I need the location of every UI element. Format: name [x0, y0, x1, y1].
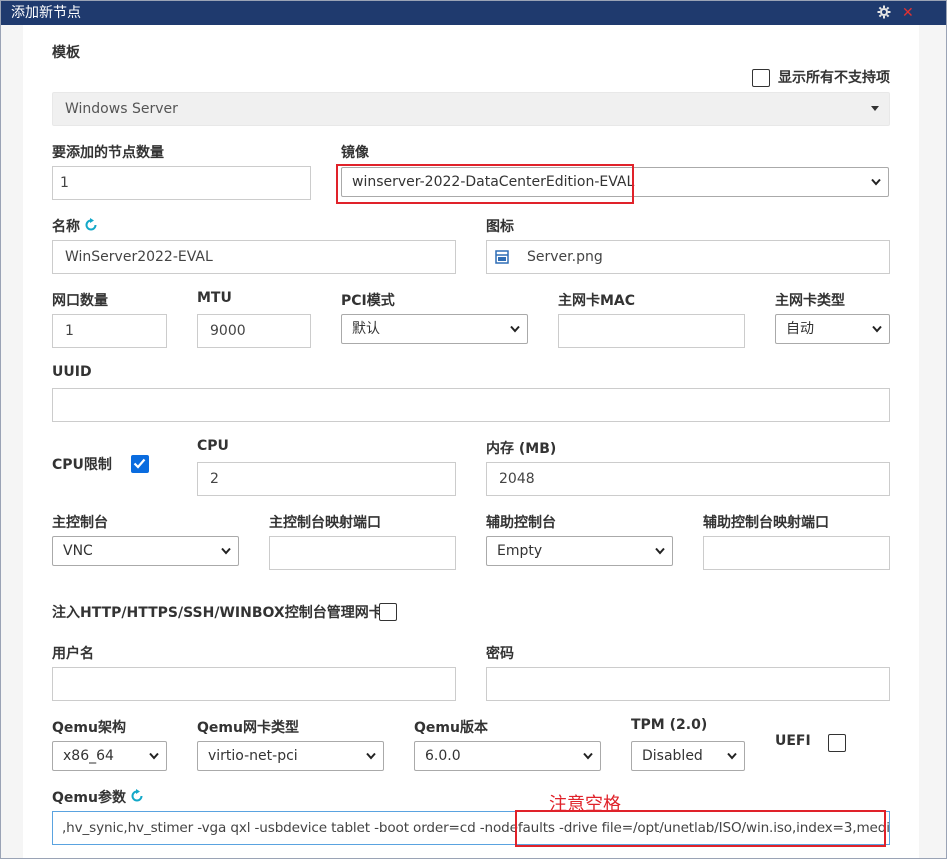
- chevron-down-icon: [366, 752, 376, 760]
- qemu-arch-value: x86_64: [63, 748, 114, 764]
- main-nic-type-label: 主网卡类型: [775, 293, 845, 309]
- refresh-icon[interactable]: [84, 218, 98, 232]
- main-nic-mac-input[interactable]: [558, 314, 745, 348]
- qemu-arch-select[interactable]: x86_64: [52, 741, 167, 771]
- dialog-body: 模板 显示所有不支持项 Windows Server 要添加的节点数量 镜像 1…: [23, 25, 919, 858]
- qemu-nic-select[interactable]: virtio-net-pci: [197, 741, 384, 771]
- check-icon: [133, 458, 146, 469]
- image-label: 镜像: [341, 145, 369, 161]
- template-value: Windows Server: [65, 101, 178, 117]
- tpm-label: TPM (2.0): [631, 717, 708, 733]
- mtu-input[interactable]: 9000: [197, 314, 311, 348]
- uefi-checkbox[interactable]: [828, 734, 846, 752]
- pci-mode-label: PCI模式: [341, 293, 395, 309]
- uuid-label: UUID: [52, 364, 92, 380]
- aux-console-label: 辅助控制台: [486, 515, 556, 531]
- pci-mode-value: 默认: [352, 321, 380, 337]
- chevron-down-icon: [510, 325, 520, 333]
- node-count-input[interactable]: 1: [52, 166, 311, 200]
- uuid-input[interactable]: [52, 388, 890, 422]
- template-select[interactable]: Windows Server: [52, 92, 890, 126]
- chevron-down-icon: [727, 752, 737, 760]
- cpu-limit-checkbox[interactable]: [131, 455, 149, 473]
- console-label: 主控制台: [52, 515, 108, 531]
- chevron-down-icon: [872, 325, 882, 333]
- chevron-down-icon: [149, 752, 159, 760]
- template-label: 模板: [52, 45, 80, 61]
- add-node-dialog: 添加新节点 ✕ 模板 显示所有不支持项 Windows Server 要添加的节…: [0, 0, 947, 859]
- aux-console-port-label: 辅助控制台映射端口: [703, 515, 829, 531]
- name-input[interactable]: WinServer2022-EVAL: [52, 240, 456, 274]
- qemu-options-label: Qemu参数: [52, 787, 144, 807]
- main-nic-type-select[interactable]: 自动: [775, 314, 890, 344]
- tpm-value: Disabled: [642, 748, 703, 764]
- server-image-icon: [495, 250, 509, 264]
- chevron-down-icon: [583, 752, 593, 760]
- qemu-options-input[interactable]: ,hv_synic,hv_stimer -vga qxl -usbdevice …: [52, 811, 890, 845]
- caret-down-icon: [871, 106, 879, 111]
- image-select[interactable]: winserver-2022-DataCenterEdition-EVAL: [341, 167, 889, 197]
- aux-console-port-input[interactable]: [703, 536, 890, 570]
- chevron-down-icon: [655, 547, 665, 555]
- console-port-label: 主控制台映射端口: [269, 515, 381, 531]
- close-icon[interactable]: ✕: [902, 1, 914, 25]
- refresh-icon[interactable]: [130, 789, 144, 803]
- name-label: 名称: [52, 216, 98, 236]
- qemu-version-select[interactable]: 6.0.0: [414, 741, 601, 771]
- qemu-version-value: 6.0.0: [425, 748, 461, 764]
- inject-mgmt-checkbox[interactable]: [379, 603, 397, 621]
- aux-console-select[interactable]: Empty: [486, 536, 673, 566]
- console-value: VNC: [63, 543, 93, 559]
- show-unsupported-label: 显示所有不支持项: [778, 70, 890, 86]
- qemu-nic-label: Qemu网卡类型: [197, 720, 299, 736]
- console-select[interactable]: VNC: [52, 536, 239, 566]
- icon-label: 图标: [486, 219, 514, 235]
- console-port-input[interactable]: [269, 536, 456, 570]
- cpu-limit-text: CPU限制: [52, 457, 112, 473]
- uefi-label: UEFI: [775, 733, 811, 749]
- aux-console-value: Empty: [497, 543, 543, 559]
- main-nic-type-value: 自动: [786, 321, 814, 337]
- icon-value: Server.png: [527, 249, 603, 265]
- qemu-options-label-text: Qemu参数: [52, 790, 126, 806]
- main-nic-mac-label: 主网卡MAC: [558, 293, 636, 309]
- ethernets-label: 网口数量: [52, 293, 108, 309]
- name-label-text: 名称: [52, 219, 80, 235]
- username-input[interactable]: [52, 667, 456, 701]
- image-value: winserver-2022-DataCenterEdition-EVAL: [352, 174, 635, 190]
- icon-select[interactable]: Server.png: [486, 240, 890, 274]
- gear-icon[interactable]: [877, 1, 891, 25]
- ram-label: 内存 (MB): [486, 441, 557, 457]
- qemu-nic-value: virtio-net-pci: [208, 748, 298, 764]
- qemu-version-label: Qemu版本: [414, 720, 488, 736]
- inject-mgmt-label: 注入HTTP/HTTPS/SSH/WINBOX控制台管理网卡: [52, 605, 383, 621]
- ram-input[interactable]: 2048: [486, 462, 890, 496]
- dialog-titlebar[interactable]: 添加新节点 ✕: [1, 1, 946, 25]
- username-label: 用户名: [52, 646, 94, 662]
- chevron-down-icon: [221, 547, 231, 555]
- chevron-down-icon: [871, 178, 881, 186]
- cpu-input[interactable]: 2: [197, 462, 456, 496]
- qemu-arch-label: Qemu架构: [52, 720, 126, 736]
- mtu-label: MTU: [197, 290, 232, 306]
- password-input[interactable]: [486, 667, 890, 701]
- tpm-select[interactable]: Disabled: [631, 741, 745, 771]
- show-unsupported-checkbox[interactable]: [752, 69, 770, 87]
- ethernets-input[interactable]: 1: [52, 314, 167, 348]
- node-count-label: 要添加的节点数量: [52, 145, 164, 161]
- password-label: 密码: [486, 646, 514, 662]
- pci-mode-select[interactable]: 默认: [341, 314, 528, 344]
- cpu-label: CPU: [197, 438, 229, 454]
- dialog-title: 添加新节点: [11, 5, 81, 21]
